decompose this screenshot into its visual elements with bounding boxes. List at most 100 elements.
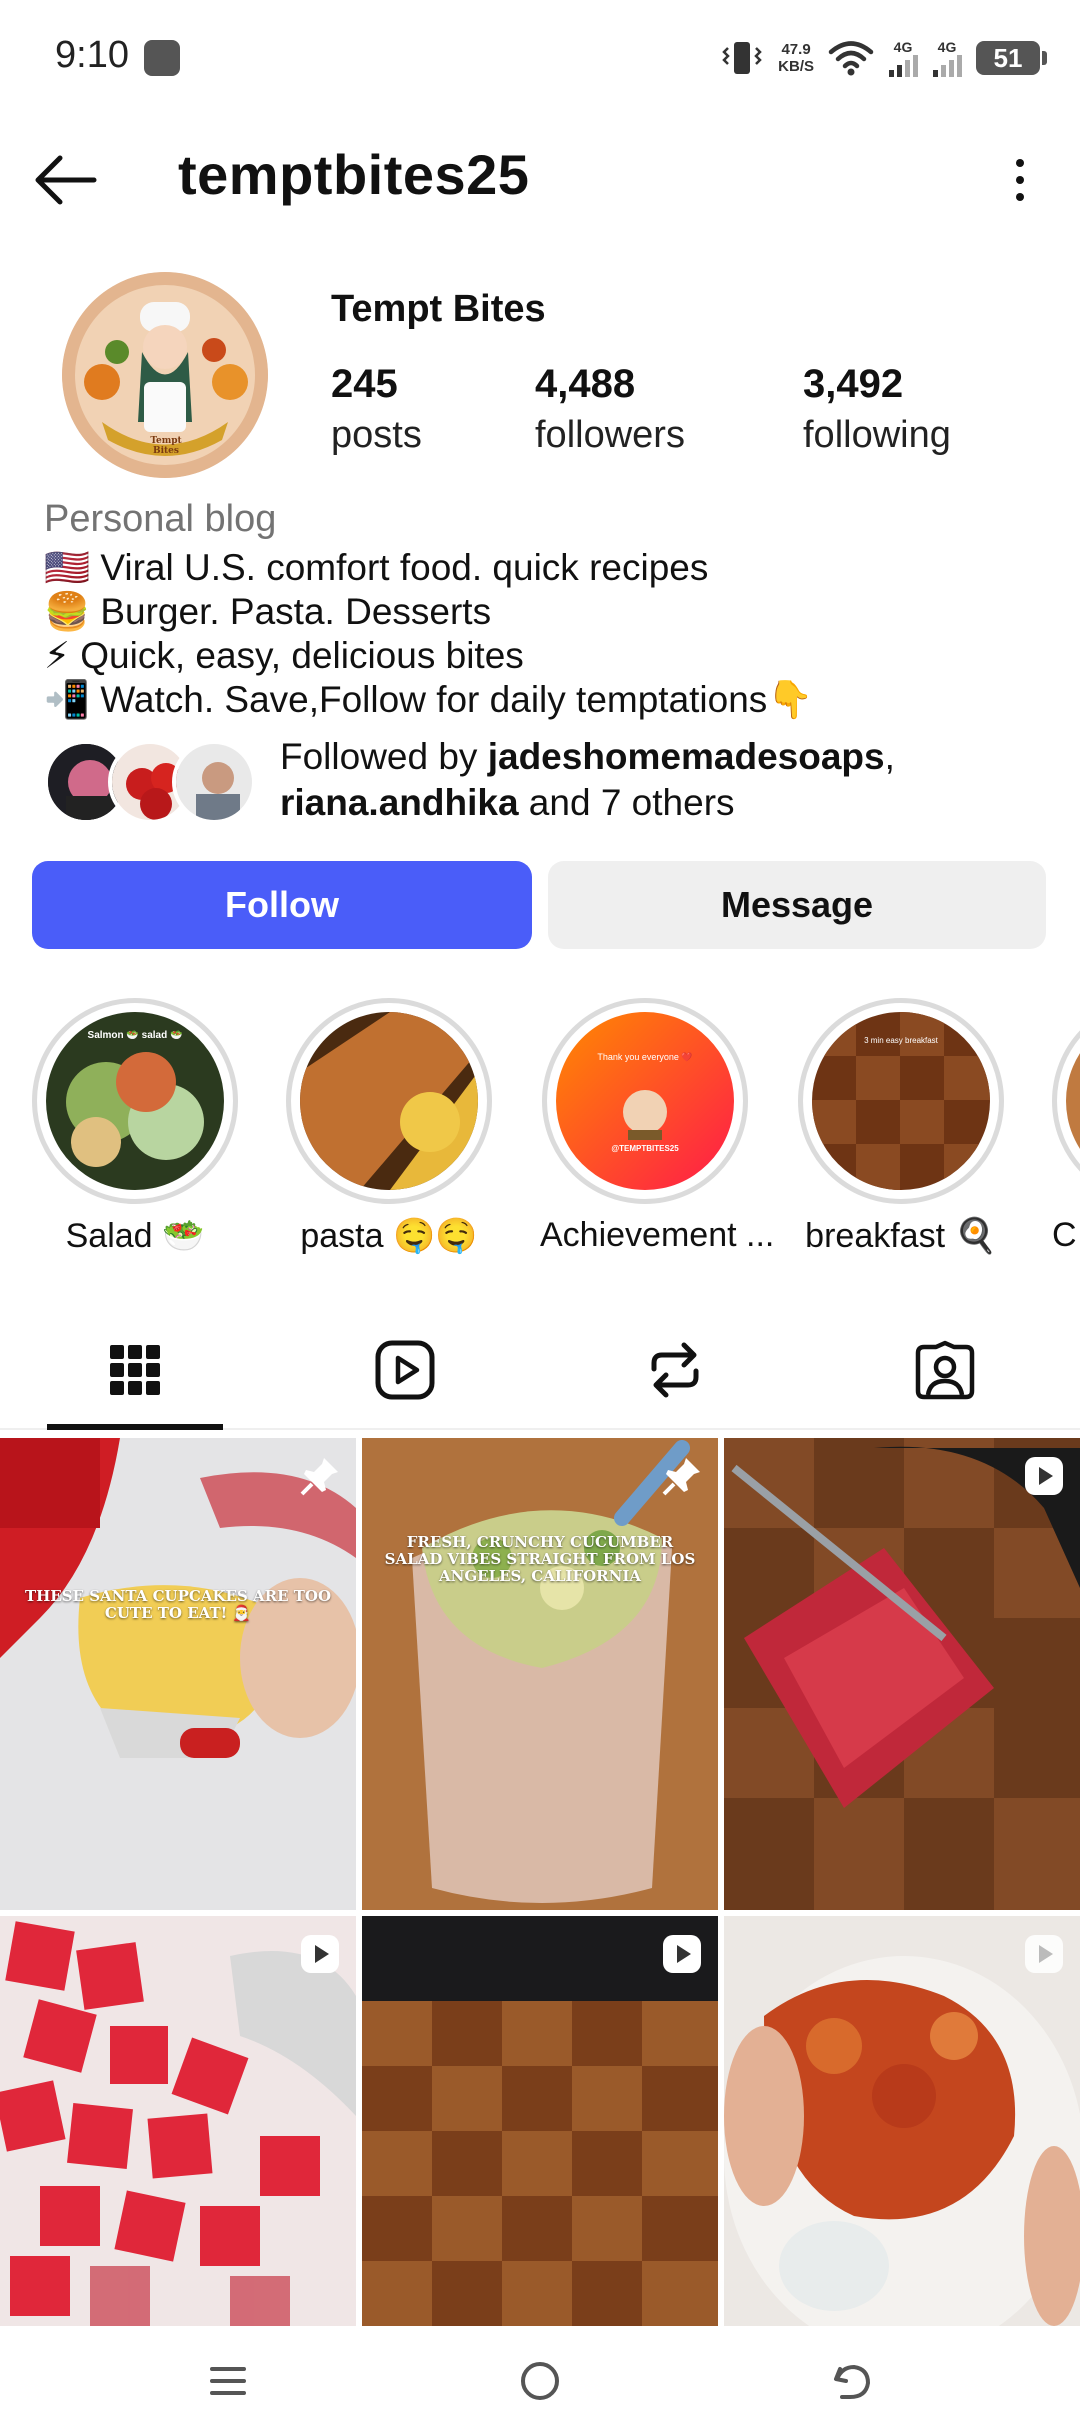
- arrow-left-icon: [35, 155, 97, 205]
- status-time: 9:10: [55, 34, 129, 76]
- signal-icon: [889, 55, 918, 77]
- posts-stat[interactable]: 245 posts: [331, 358, 422, 460]
- highlight-image: Salmon 🥗 salad 🥗: [46, 1012, 224, 1190]
- followed-by-suffix: and 7 others: [518, 782, 735, 823]
- highlight-item[interactable]: C: [1052, 998, 1080, 1255]
- highlight-ring: 3 min easy breakfast: [798, 998, 1004, 1204]
- reel-icon: [301, 1935, 339, 1973]
- highlight-item[interactable]: Thank you everyone ❤️ @TEMPTBITES25 Achi…: [540, 998, 775, 1255]
- net-speed-value: 47.9: [781, 41, 811, 58]
- post-image: [0, 1916, 356, 2326]
- follow-button[interactable]: Follow: [32, 861, 532, 949]
- pin-icon: [662, 1458, 700, 1496]
- profile-avatar[interactable]: Tempt Bites: [62, 272, 268, 478]
- highlight-ring: Salmon 🥗 salad 🥗: [32, 998, 238, 1204]
- bio-line: ⚡ Quick, easy, delicious bites: [44, 635, 524, 676]
- profile-header: temptbites25: [0, 130, 1080, 230]
- more-options-button[interactable]: [990, 150, 1050, 210]
- mutual-user-link[interactable]: riana.andhika: [280, 782, 519, 823]
- mutual-avatar: [172, 740, 256, 824]
- highlight-item[interactable]: pasta 🤤🤤: [284, 998, 494, 1256]
- highlight-caption: Salmon 🥗 salad 🥗: [87, 1030, 183, 1041]
- home-circle-icon: [521, 2362, 559, 2400]
- back-nav-button[interactable]: [802, 2346, 902, 2416]
- highlight-item[interactable]: 3 min easy breakfast breakfast 🍳: [796, 998, 1006, 1256]
- system-nav-bar: [0, 2326, 1080, 2436]
- highlight-ring: [1052, 998, 1080, 1204]
- post-image: [362, 1916, 718, 2326]
- message-button[interactable]: Message: [548, 861, 1046, 949]
- highlight-label: breakfast 🍳: [805, 1217, 997, 1255]
- highlight-label: pasta 🤤🤤: [300, 1217, 478, 1255]
- highlight-label: C: [1052, 1216, 1077, 1254]
- tab-reposts[interactable]: [540, 1310, 810, 1430]
- vibrate-icon: [722, 42, 762, 74]
- following-count: 3,492: [803, 362, 904, 406]
- signal-sim1: 4G: [888, 39, 918, 77]
- bio-line: 🇺🇸 Viral U.S. comfort food. quick recipe…: [44, 547, 709, 588]
- followed-by-sep: ,: [884, 736, 895, 777]
- sim2-label: 4G: [937, 39, 957, 55]
- followers-stat[interactable]: 4,488 followers: [535, 358, 685, 460]
- following-stat[interactable]: 3,492 following: [803, 358, 951, 460]
- highlight-item[interactable]: Salmon 🥗 salad 🥗 Salad 🥗: [30, 998, 240, 1256]
- net-speed: 47.9 KB/S: [778, 41, 814, 75]
- post-tile[interactable]: THESE SANTA CUPCAKES ARE TOO CUTE TO EAT…: [0, 1438, 356, 1910]
- highlight-image: [1066, 1012, 1080, 1190]
- home-button[interactable]: [490, 2346, 590, 2416]
- reel-icon: [1025, 1935, 1063, 1973]
- grid-icon: [110, 1345, 160, 1395]
- following-label: following: [803, 414, 951, 456]
- post-tile[interactable]: [0, 1916, 356, 2326]
- signal-icon: [933, 55, 962, 77]
- battery-icon: 51: [976, 41, 1047, 75]
- status-icons: 47.9 KB/S 4G 4G 51: [720, 30, 1047, 86]
- posts-count: 245: [331, 362, 398, 406]
- highlight-ring: [286, 998, 492, 1204]
- post-tile[interactable]: [362, 1916, 718, 2326]
- followers-count: 4,488: [535, 362, 636, 406]
- tab-tagged[interactable]: [810, 1310, 1080, 1430]
- back-gesture-icon: [834, 2365, 870, 2399]
- menu-icon: [210, 2367, 246, 2395]
- highlight-label: Achievement ...: [540, 1216, 775, 1254]
- post-tile[interactable]: [724, 1438, 1080, 1910]
- tagged-icon: [915, 1340, 975, 1400]
- bio-line: 📲 Watch. Save,Follow for daily temptatio…: [44, 679, 814, 720]
- post-tile[interactable]: FRESH, CRUNCHY CUCUMBER SALAD VIBES STRA…: [362, 1438, 718, 1910]
- profile-bio: 🇺🇸 Viral U.S. comfort food. quick recipe…: [44, 546, 813, 722]
- post-caption: THESE SANTA CUPCAKES ARE TOO CUTE TO EAT…: [24, 1587, 332, 1622]
- highlight-caption: @TEMPTBITES25: [611, 1144, 679, 1153]
- followers-label: followers: [535, 414, 685, 456]
- status-bar: 9:10 47.9 KB/S 4G 4G 51: [0, 0, 1080, 120]
- more-vertical-icon: [1016, 159, 1024, 167]
- followed-by[interactable]: Followed by jadeshomemadesoaps, riana.an…: [44, 734, 1044, 826]
- followed-by-prefix: Followed by: [280, 736, 488, 777]
- notification-icon: [144, 40, 180, 76]
- profile-category: Personal blog: [44, 498, 277, 540]
- active-tab-indicator: [47, 1424, 223, 1430]
- signal-sim2: 4G: [932, 39, 962, 77]
- followed-by-text: Followed by jadeshomemadesoaps, riana.an…: [280, 734, 895, 826]
- post-caption: FRESH, CRUNCHY CUCUMBER SALAD VIBES STRA…: [384, 1533, 696, 1585]
- tab-reels[interactable]: [270, 1310, 540, 1430]
- back-button[interactable]: [30, 150, 100, 210]
- recent-apps-button[interactable]: [178, 2346, 278, 2416]
- pin-icon: [300, 1458, 338, 1496]
- post-image: [362, 1438, 718, 1910]
- posts-label: posts: [331, 414, 422, 456]
- wifi-icon: [828, 41, 874, 76]
- profile-tabs: [0, 1310, 1080, 1430]
- profile-username: temptbites25: [178, 143, 530, 206]
- repost-icon: [651, 1342, 699, 1398]
- post-image: [0, 1438, 356, 1910]
- profile-display-name: Tempt Bites: [331, 288, 546, 330]
- mutual-user-link[interactable]: jadeshomemadesoaps: [488, 736, 885, 777]
- highlight-image: [300, 1012, 478, 1190]
- tab-grid[interactable]: [0, 1310, 270, 1430]
- post-tile[interactable]: [724, 1916, 1080, 2326]
- highlight-image: 3 min easy breakfast: [812, 1012, 990, 1190]
- highlight-label: Salad 🥗: [65, 1217, 205, 1255]
- reel-icon: [1025, 1457, 1063, 1495]
- sim1-label: 4G: [893, 39, 913, 55]
